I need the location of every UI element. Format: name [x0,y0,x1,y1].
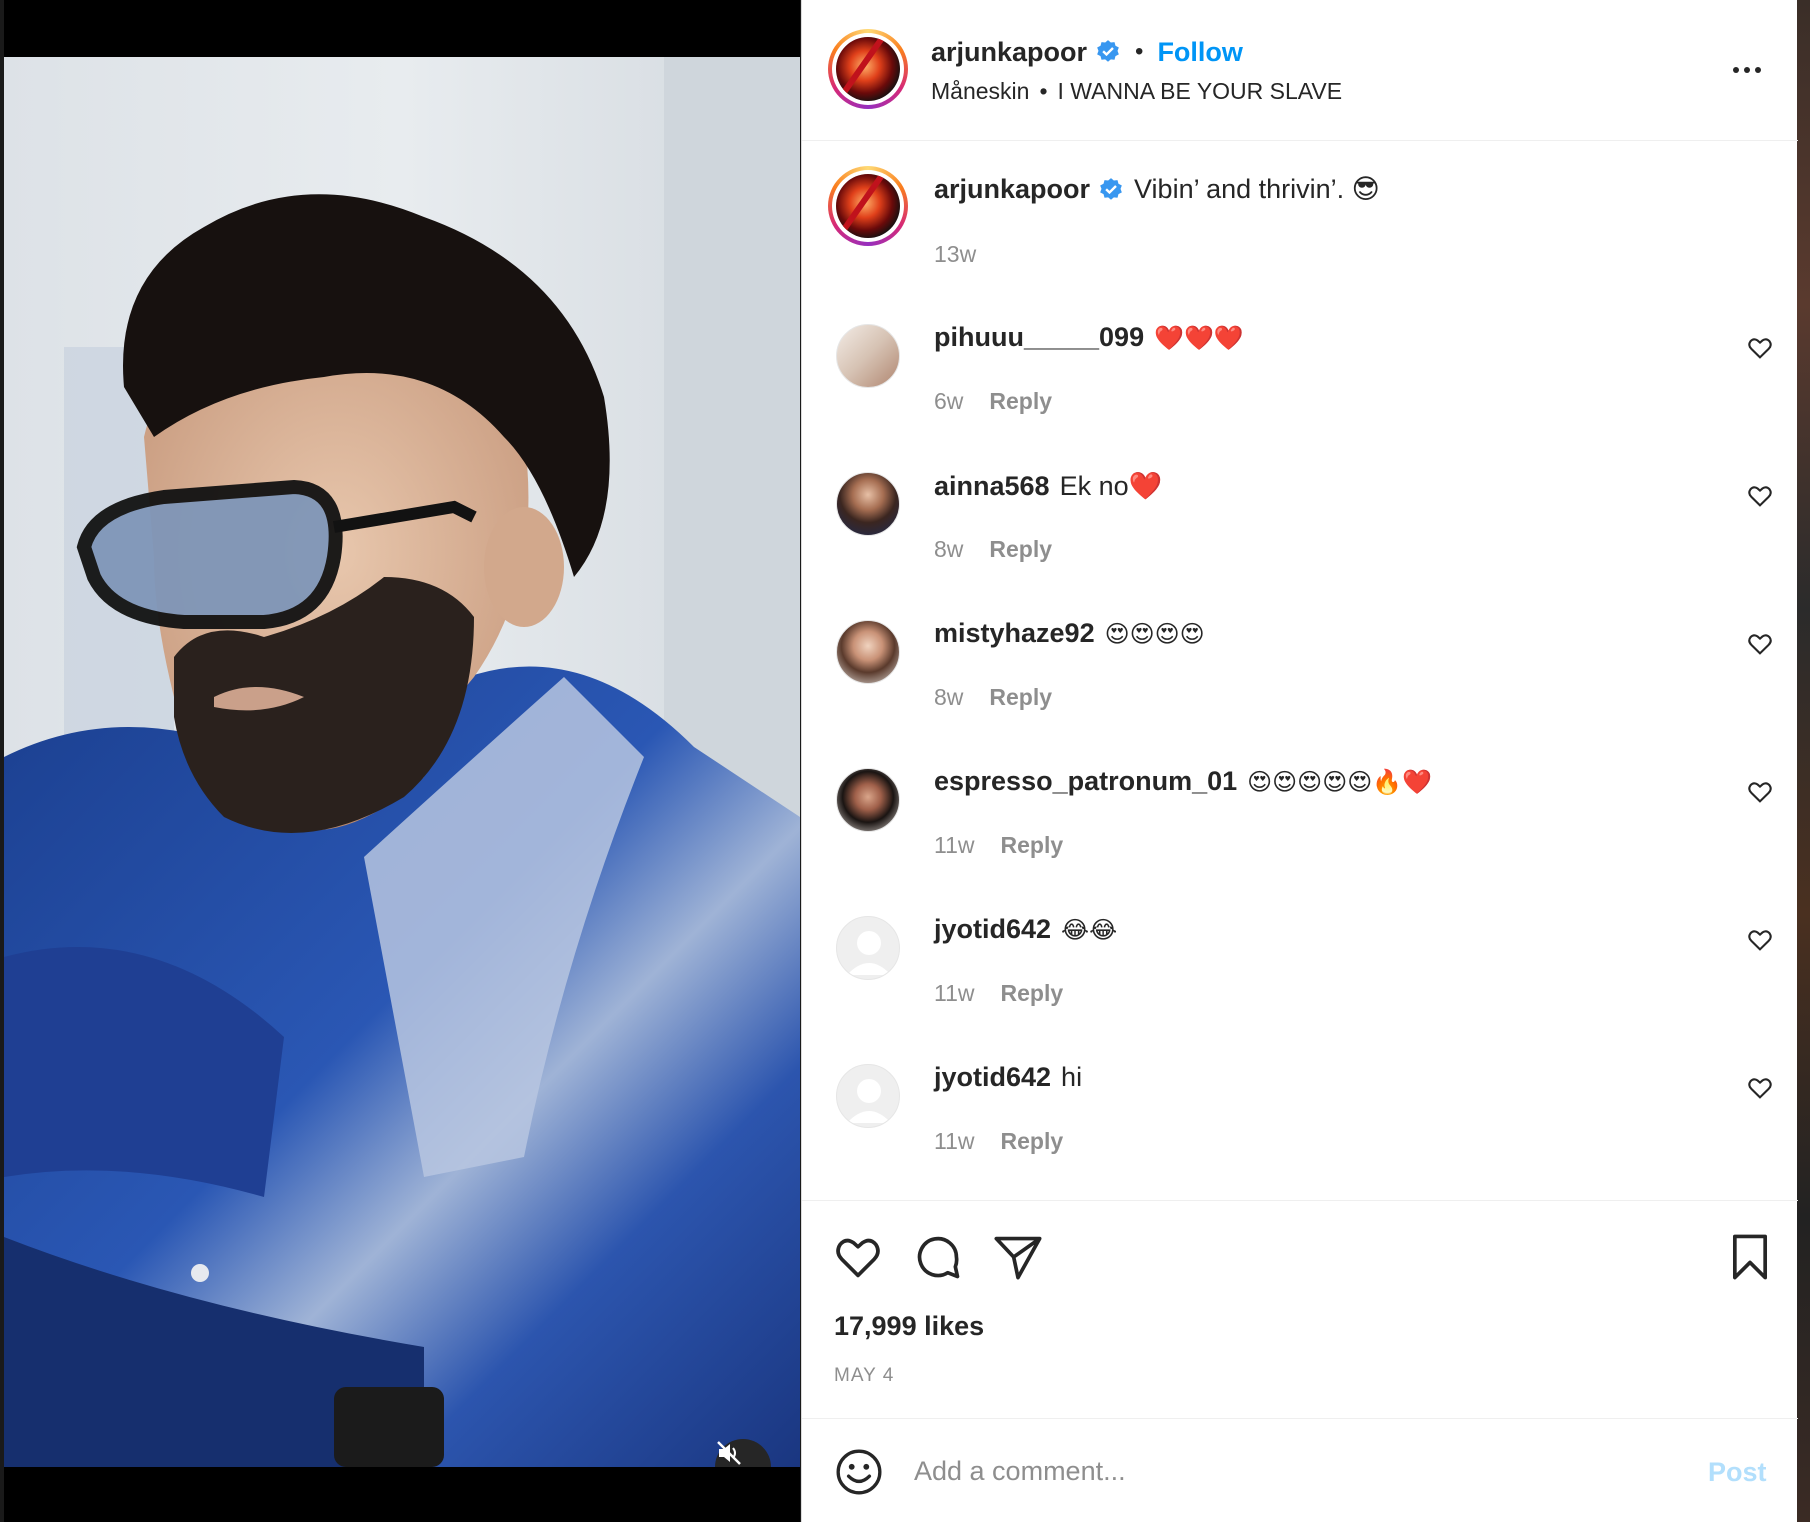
comment-item: jyotid642 😂😂 11w Reply [802,910,1798,1058]
comment-username[interactable]: pihuuu_____099 [934,322,1144,353]
comment-username[interactable]: espresso_patronum_01 [934,766,1237,797]
comment-username[interactable]: mistyhaze92 [934,618,1095,649]
follow-button[interactable]: Follow [1157,37,1242,68]
comment-bubble-icon[interactable] [912,1231,964,1283]
post-modal: arjunkapoor • Follow Måneskin • I WANNA … [0,0,1810,1522]
post-caption: arjunkapoor Vibin’ and thrivin’. 😎 13w [802,141,1798,281]
likes-count[interactable]: 17,999 likes [834,1311,984,1342]
comment-avatar[interactable] [836,324,900,388]
post-comment-button[interactable]: Post [1708,1457,1767,1488]
author-avatar[interactable] [828,29,908,109]
comment-text: 😂😂 [1061,915,1118,944]
heart-icon[interactable] [1746,778,1774,806]
bookmark-icon[interactable] [1724,1231,1776,1283]
reply-button[interactable]: Reply [1001,980,1064,1007]
comment-avatar[interactable] [836,768,900,832]
comment-text: ❤️❤️❤️ [1154,323,1244,352]
audio-separator: • [1039,78,1048,104]
speaker-muted-icon [717,1441,741,1465]
comment-avatar[interactable] [836,620,900,684]
audio-artist[interactable]: Måneskin [931,78,1029,105]
heart-icon[interactable] [1746,926,1774,954]
reply-button[interactable]: Reply [1001,832,1064,859]
comment-text: Ek no❤️ [1059,471,1163,501]
post-header: arjunkapoor • Follow Måneskin • I WANNA … [802,0,1798,141]
comment-age[interactable]: 11w [934,1128,975,1155]
background-edge [1797,0,1810,1522]
comment-age[interactable]: 8w [934,536,963,563]
comment-text: 😍😍😍😍 [1104,619,1205,648]
comment-avatar[interactable] [836,472,900,536]
audio-track[interactable]: I WANNA BE YOUR SLAVE [1058,78,1343,105]
post-actions: 17,999 likes MAY 4 [802,1200,1798,1418]
header-separator: • [1135,38,1144,65]
heart-icon[interactable] [1746,334,1774,362]
comment-item: pihuuu_____099 ❤️❤️❤️ 6w Reply [802,318,1798,466]
caption-text: Vibin’ and thrivin’. 😎 [1134,174,1380,204]
heart-icon[interactable] [1746,482,1774,510]
comment-item: mistyhaze92 😍😍😍😍 8w Reply [802,614,1798,762]
emoji-smiley-icon[interactable] [834,1447,884,1497]
paper-plane-icon[interactable] [992,1231,1044,1283]
reply-button[interactable]: Reply [989,388,1052,415]
verified-badge-icon [1100,177,1122,200]
comment-text: 😍😍😍😍😍🔥❤️ [1247,767,1433,796]
post-date[interactable]: MAY 4 [834,1365,894,1387]
comment-username[interactable]: jyotid642 [934,1062,1051,1093]
comment-text: hi [1061,1062,1083,1092]
reply-button[interactable]: Reply [989,684,1052,711]
add-comment-bar: Post [802,1418,1798,1522]
caption-timestamp[interactable]: 13w [934,241,976,268]
comment-input[interactable] [914,1449,1674,1493]
comment-age[interactable]: 6w [934,388,963,415]
comment-item: espresso_patronum_01 😍😍😍😍😍🔥❤️ 11w Reply [802,762,1798,910]
comment-age[interactable]: 11w [934,980,975,1007]
author-username[interactable]: arjunkapoor [931,37,1087,68]
comment-item: jyotid642 hi 11w Reply [802,1058,1798,1206]
comment-age[interactable]: 11w [934,832,975,859]
verified-badge-icon [1097,40,1119,62]
post-details-panel: arjunkapoor • Follow Måneskin • I WANNA … [801,0,1798,1522]
caption-username[interactable]: arjunkapoor [934,174,1090,205]
video-frame-illustration [4,57,800,1467]
media-pane [4,0,800,1522]
default-avatar-icon[interactable] [836,916,900,980]
comment-item: ainna568 Ek no❤️ 8w Reply [802,466,1798,614]
more-options-icon[interactable] [1727,55,1767,85]
heart-icon[interactable] [1746,1074,1774,1102]
comment-username[interactable]: ainna568 [934,471,1050,502]
post-video[interactable] [4,57,800,1467]
comment-age[interactable]: 8w [934,684,963,711]
default-avatar-icon[interactable] [836,1064,900,1128]
reply-button[interactable]: Reply [989,536,1052,563]
heart-icon[interactable] [1746,630,1774,658]
comment-username[interactable]: jyotid642 [934,914,1051,945]
like-heart-icon[interactable] [832,1231,884,1283]
reply-button[interactable]: Reply [1001,1128,1064,1155]
caption-author-avatar[interactable] [828,166,908,246]
